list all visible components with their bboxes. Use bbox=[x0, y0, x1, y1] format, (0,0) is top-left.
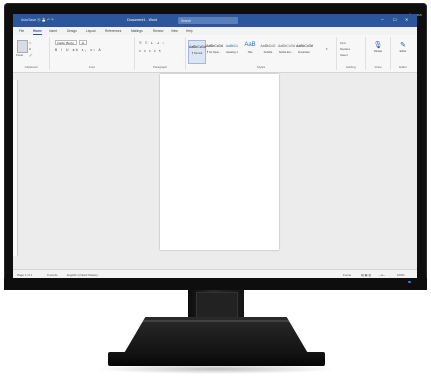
paste-label: Paste bbox=[16, 53, 24, 57]
styles-group: AaBbCcDd ¶ Normal AaBbCcDd ¶ No Spac... … bbox=[186, 37, 337, 70]
monitor-base-top bbox=[123, 317, 309, 355]
editor-button[interactable]: ✎ Editor bbox=[396, 41, 410, 53]
zoom-slider[interactable]: ─●─ bbox=[379, 273, 385, 277]
style-name: Title bbox=[247, 51, 253, 54]
style-sample: AaB bbox=[244, 42, 256, 48]
editor-group-label: Editor bbox=[399, 65, 407, 69]
select-button[interactable]: Select bbox=[340, 53, 348, 57]
close-icon[interactable]: ✕ bbox=[405, 17, 408, 22]
style-sample: AaBbCcDd bbox=[206, 44, 223, 48]
style-name: Subtle Em... bbox=[278, 51, 294, 54]
style-subtitle[interactable]: AaBbCcD Subtitle bbox=[260, 40, 276, 62]
style-name: Heading 1 bbox=[226, 51, 238, 54]
dictate-button[interactable]: 🎙 Dictate bbox=[371, 41, 385, 53]
tab-mailings[interactable]: Mailings bbox=[131, 29, 143, 33]
word-count[interactable]: 0 words bbox=[47, 273, 58, 277]
status-bar: Page 1 of 1 0 words English (United Stat… bbox=[13, 269, 417, 278]
tab-view[interactable]: View bbox=[171, 29, 178, 33]
editor-icon: ✎ bbox=[400, 42, 406, 49]
style-sample: AaBbCc bbox=[225, 44, 239, 48]
style-sample: AaBbCcDd bbox=[278, 44, 295, 48]
zoom-level[interactable]: 100% bbox=[397, 273, 405, 277]
cut-icon[interactable]: ✂ bbox=[29, 41, 31, 45]
styles-more-icon[interactable]: ▾ bbox=[326, 47, 327, 51]
style-emphasis[interactable]: AaBbCcDd Emphasis bbox=[296, 40, 313, 62]
editing-group-label: Editing bbox=[346, 65, 356, 69]
tab-insert[interactable]: Insert bbox=[49, 29, 57, 33]
tab-layout[interactable]: Layout bbox=[86, 29, 96, 33]
document-page[interactable] bbox=[160, 74, 279, 250]
editor-group: ✎ Editor Editor bbox=[391, 37, 415, 70]
font-name-select[interactable]: Calibri (Body) bbox=[55, 40, 77, 45]
editor-label: Editor bbox=[399, 50, 407, 53]
title-bar: AutoSave ⦿ 💾 ↶ ↷ Document1 - Word Search… bbox=[13, 14, 417, 27]
voice-group-label: Voice bbox=[374, 65, 382, 69]
style-name: Emphasis bbox=[298, 51, 310, 54]
paste-button[interactable] bbox=[17, 40, 28, 53]
style-subtle-emphasis[interactable]: AaBbCcDd Subtle Em... bbox=[278, 40, 295, 62]
tab-review[interactable]: Review bbox=[153, 29, 163, 33]
document-title: Document1 - Word bbox=[127, 18, 158, 22]
find-button[interactable]: Find bbox=[340, 41, 345, 45]
tab-references[interactable]: References bbox=[105, 29, 121, 33]
focus-mode[interactable]: Focus bbox=[343, 273, 351, 277]
tab-help[interactable]: Help bbox=[186, 29, 193, 33]
format-painter-icon[interactable]: 🖌 bbox=[29, 53, 33, 57]
font-group: Calibri (Body) 11 B I U ab x₂ x² A Font bbox=[50, 37, 135, 70]
ribbon-tabs: File Home Insert Design Layout Reference… bbox=[13, 27, 417, 35]
style-title[interactable]: AaB Title bbox=[242, 40, 258, 62]
styles-group-label: Styles bbox=[256, 65, 266, 69]
font-format-buttons[interactable]: B I U ab x₂ x² A bbox=[55, 48, 102, 52]
replace-button[interactable]: Replace bbox=[340, 47, 350, 51]
paragraph-group: ☰ ☷ ⇤ ⇥ ↕ ≡ ≡ ≡ ≡ ¶ Paragraph bbox=[135, 37, 186, 70]
editing-group: Find Replace Select Editing bbox=[337, 37, 366, 70]
style-normal[interactable]: AaBbCcDd ¶ Normal bbox=[188, 40, 206, 64]
monitor-screen: AutoSave ⦿ 💾 ↶ ↷ Document1 - Word Search… bbox=[13, 14, 417, 278]
search-placeholder: Search bbox=[181, 18, 192, 23]
power-led bbox=[408, 281, 411, 283]
tab-file[interactable]: File bbox=[19, 29, 24, 33]
monitor-chin bbox=[4, 278, 427, 290]
alignment-buttons[interactable]: ≡ ≡ ≡ ≡ ¶ bbox=[139, 49, 162, 53]
style-heading-1[interactable]: AaBbCc Heading 1 bbox=[224, 40, 240, 62]
style-sample: AaBbCcDd bbox=[189, 45, 206, 49]
paragraph-group-label: Paragraph bbox=[152, 65, 167, 69]
view-buttons[interactable]: ▤ ▦ ▥ bbox=[361, 273, 371, 277]
maximize-icon[interactable]: ☐ bbox=[393, 17, 397, 22]
search-box[interactable]: Search bbox=[178, 17, 238, 24]
proofing-language[interactable]: English (United States) bbox=[67, 273, 98, 277]
font-size-select[interactable]: 11 bbox=[79, 40, 87, 45]
monitor-neck-panel bbox=[196, 292, 238, 318]
voice-group: 🎙 Dictate Voice bbox=[366, 37, 391, 70]
style-name: ¶ Normal bbox=[191, 52, 203, 55]
style-name: ¶ No Spac... bbox=[206, 51, 222, 54]
quick-access-toolbar[interactable]: AutoSave ⦿ 💾 ↶ ↷ bbox=[21, 18, 54, 23]
tab-design[interactable]: Design bbox=[67, 29, 77, 33]
vertical-ruler bbox=[13, 80, 18, 256]
ribbon: Paste ✂ ⧉ 🖌 Clipboard Calibri (Body) 11 … bbox=[13, 35, 417, 73]
style-sample: AaBbCcD bbox=[260, 44, 276, 48]
minimize-icon[interactable]: ─ bbox=[381, 17, 384, 22]
copy-icon[interactable]: ⧉ bbox=[29, 47, 31, 51]
clipboard-group: Paste ✂ ⧉ 🖌 Clipboard bbox=[13, 37, 50, 70]
clipboard-group-label: Clipboard bbox=[24, 65, 38, 69]
style-name: Subtitle bbox=[263, 51, 273, 54]
tab-home[interactable]: Home bbox=[33, 29, 42, 35]
microphone-icon: 🎙 bbox=[373, 42, 383, 49]
style-no-spacing[interactable]: AaBbCcDd ¶ No Spac... bbox=[206, 40, 223, 62]
monitor-base-front bbox=[108, 352, 325, 366]
font-group-label: Font bbox=[88, 65, 95, 69]
style-sample: AaBbCcDd bbox=[296, 44, 313, 48]
dictate-label: Dictate bbox=[373, 50, 383, 53]
monitor-base-highlight bbox=[140, 320, 290, 322]
list-buttons[interactable]: ☰ ☷ ⇤ ⇥ ↕ bbox=[139, 41, 165, 45]
page-count[interactable]: Page 1 of 1 bbox=[17, 273, 32, 277]
